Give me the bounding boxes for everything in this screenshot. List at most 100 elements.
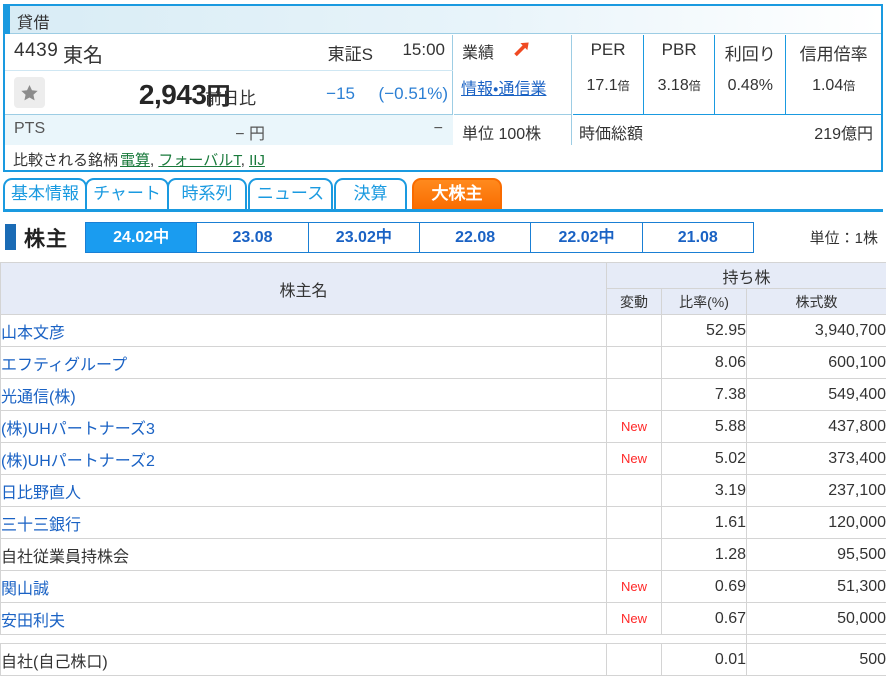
shareholder-table-body: 山本文彦 52.95 3,940,700 エフティグループ 8.06 600,100 光通信… (0, 314, 886, 676)
quote-middle-block: 業績 情報・通信業 単位 100株 (454, 35, 572, 145)
cell-share-count: 95,500 (745, 538, 886, 571)
cell-share-count: 549,400 (745, 378, 886, 411)
table-spacer-row (0, 634, 886, 644)
period-tab-2302[interactable]: 23.02中 (308, 223, 420, 252)
tab-earnings[interactable]: 決算 (334, 178, 407, 210)
header-holdings-group: 持ち株 (605, 262, 886, 289)
trade-unit-cell: 単位 100株 (454, 116, 572, 145)
shareholder-name-link[interactable]: 関山誠 (2, 581, 50, 598)
metric-margin-ratio-label: 信用倍率 (799, 45, 868, 64)
period-tab-2308[interactable]: 23.08 (197, 223, 309, 252)
quote-left-block: 4439 東名 東証S 15:00 2,943円 前日比 −15 (−0.51%… (5, 35, 453, 145)
tab-bar-underline (3, 209, 883, 212)
market-cap-value: 219億円 (814, 126, 873, 143)
table-row: 光通信(株) 7.38 549,400 (0, 378, 886, 411)
tab-news[interactable]: ニュース (248, 178, 333, 210)
table-row: 山本文彦 52.95 3,940,700 (0, 314, 886, 347)
header-shares: 株式数 (745, 288, 886, 315)
table-row: 関山誠 New 0.69 51,300 (0, 570, 886, 603)
shareholder-name-link[interactable]: 光通信(株) (2, 389, 76, 406)
shareholder-name-link[interactable]: エフティグループ (2, 357, 128, 374)
cell-change-badge (606, 643, 662, 676)
price-change: −15 (326, 84, 355, 103)
cell-shareholder-name: 自社(自己株口) (0, 643, 607, 676)
cell-holding-ratio: 1.28 (661, 538, 747, 571)
period-tab-2108[interactable]: 21.08 (642, 223, 753, 252)
cell-share-count: 120,000 (745, 506, 886, 539)
shareholder-table: 株主名 持ち株 変動 比率(%) 株式数 山本文彦 52.95 3,940,700 エ… (0, 262, 886, 676)
cell-change-badge: New (606, 410, 662, 443)
metric-yield-value: 0.48% (727, 77, 773, 94)
shareholder-name-link[interactable]: 安田利夫 (2, 613, 66, 630)
cell-holding-ratio: 1.61 (661, 506, 747, 539)
favorite-star-icon[interactable] (14, 77, 45, 108)
table-row: (株)UHパートナーズ3 New 5.88 437,800 (0, 410, 886, 443)
table-row: 三十三銀行 1.61 120,000 (0, 506, 886, 539)
comparison-link-3[interactable]: IIJ (249, 152, 265, 169)
cell-change-badge: New (606, 442, 662, 475)
price-change-percent: (−0.51%) (378, 84, 448, 103)
shareholder-name-link[interactable]: 山本文彦 (2, 325, 66, 342)
market-cap-label: 時価総額 (579, 126, 644, 143)
cell-shareholder-name: 山本文彦 (0, 314, 607, 347)
metrics-row: PER 17.1倍 PBR 3.18倍 利回り 0.48% 信用倍率 1.04倍 (573, 35, 881, 115)
shareholder-name-link[interactable]: 三十三銀行 (2, 517, 82, 534)
spacer-cell (745, 634, 886, 644)
cell-holding-ratio: 5.02 (661, 442, 747, 475)
table-row-treasury: 自社(自己株口) 0.01 500 (0, 643, 886, 676)
metric-margin-ratio-value: 1.04倍 (812, 77, 856, 94)
cell-share-count: 500 (745, 643, 886, 676)
spacer-cell (0, 634, 607, 644)
performance-cell: 業績 情報・通信業 (454, 35, 572, 115)
shareholder-table-wrap: 株主名 持ち株 変動 比率(%) 株式数 山本文彦 52.95 3,940,700 エ… (0, 262, 886, 676)
sector-link[interactable]: 情報・通信業 (461, 75, 546, 99)
cell-change-badge (606, 314, 662, 347)
comparison-link-2[interactable]: フォーバルT (158, 152, 240, 169)
metric-per-label: PER (590, 40, 626, 59)
comparison-link-1[interactable]: 電算 (120, 152, 150, 169)
shareholder-name-link[interactable]: (株)UHパートナーズ2 (2, 453, 155, 470)
prev-close-label: 前日比 (205, 89, 256, 108)
cell-share-count: 437,800 (745, 410, 886, 443)
cell-holding-ratio: 0.67 (661, 602, 747, 635)
cell-holding-ratio: 0.01 (661, 643, 747, 676)
table-row: 安田利夫 New 0.67 50,000 (0, 602, 886, 635)
cell-change-badge: New (606, 602, 662, 635)
cell-share-count: 51,300 (745, 570, 886, 603)
stock-code: 4439 (14, 40, 59, 61)
pts-price: − 円 (235, 126, 265, 143)
stock-name: 東名 (63, 45, 103, 67)
section-title: 株主 (24, 228, 68, 251)
cell-change-badge (606, 506, 662, 539)
cell-holding-ratio: 8.06 (661, 346, 747, 379)
cell-share-count: 237,100 (745, 474, 886, 507)
tab-major-shareholders[interactable]: 大株主 (412, 178, 502, 210)
tab-basic-info[interactable]: 基本情報 (3, 178, 87, 210)
period-tab-2208[interactable]: 22.08 (419, 223, 532, 252)
up-right-arrow-icon (511, 41, 530, 65)
comparison-links: 電算, フォーバルT, IIJ (120, 152, 265, 169)
cell-shareholder-name: 日比野直人 (0, 474, 607, 507)
cell-shareholder-name: 三十三銀行 (0, 506, 607, 539)
pts-row: PTS − 円 − (5, 115, 453, 145)
quote-metrics-block: PER 17.1倍 PBR 3.18倍 利回り 0.48% 信用倍率 1.04倍… (573, 35, 881, 145)
spacer-cell (661, 634, 747, 644)
section-accent-bar (5, 224, 16, 250)
pts-label: PTS (14, 120, 46, 137)
spacer-cell (606, 634, 662, 644)
metric-pbr-label: PBR (661, 40, 697, 59)
header-ratio: 比率(%) (661, 288, 747, 315)
shareholder-name-link[interactable]: (株)UHパートナーズ3 (2, 421, 155, 438)
period-tab-2202[interactable]: 22.02中 (531, 223, 643, 252)
cell-shareholder-name: エフティグループ (0, 346, 607, 379)
tab-timeseries[interactable]: 時系列 (167, 178, 247, 210)
tab-chart[interactable]: チャート (85, 178, 169, 210)
shareholder-name-link[interactable]: 日比野直人 (2, 485, 82, 502)
table-row: (株)UHパートナーズ2 New 5.02 373,400 (0, 442, 886, 475)
market-label: 東証S (327, 45, 373, 64)
metric-yield-label: 利回り (724, 45, 776, 64)
period-tab-2402[interactable]: 24.02中 (86, 223, 198, 252)
cell-shareholder-name: 自社従業員持株会 (0, 538, 607, 571)
quote-time: 15:00 (402, 40, 445, 59)
quote-panel: 貸借 4439 東名 東証S 15:00 2,943円 前日比 −15 (−0.… (3, 4, 883, 172)
